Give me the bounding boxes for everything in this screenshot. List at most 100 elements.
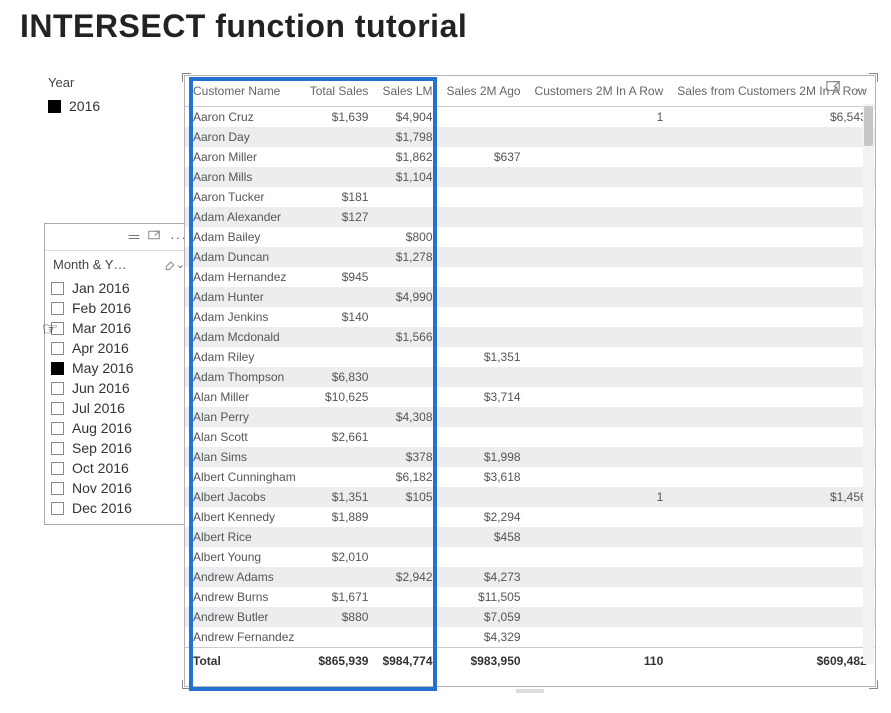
table-row[interactable]: Alan Perry$4,308 — [185, 407, 875, 427]
month-slicer-item[interactable]: Sep 2016 — [51, 438, 187, 458]
col-total-sales[interactable]: Total Sales — [302, 76, 375, 107]
month-slicer-item[interactable]: Aug 2016 — [51, 418, 187, 438]
cell-sales-2m — [439, 407, 527, 427]
checkbox-icon[interactable] — [51, 482, 64, 495]
cell-total-sales — [302, 127, 375, 147]
customer-table-visual[interactable]: ··· Customer Name Total Sales Sales LM S… — [184, 75, 876, 687]
cell-sales-2m: $11,505 — [439, 587, 527, 607]
table-row[interactable]: Adam Thompson$6,830 — [185, 367, 875, 387]
month-slicer-item[interactable]: Jul 2016 — [51, 398, 187, 418]
cell-sales-lm: $4,904 — [374, 107, 438, 128]
table-row[interactable]: Adam Mcdonald$1,566 — [185, 327, 875, 347]
table-row[interactable]: Adam Hernandez$945 — [185, 267, 875, 287]
checkbox-icon[interactable] — [51, 282, 64, 295]
focus-mode-icon[interactable] — [148, 228, 160, 246]
cell-c2m — [527, 207, 670, 227]
cell-sf2m — [669, 387, 872, 407]
table-row[interactable]: Adam Jenkins$140 — [185, 307, 875, 327]
cell-sf2m — [669, 567, 872, 587]
year-slicer-item[interactable]: 2016 — [48, 96, 168, 116]
checkbox-icon[interactable] — [51, 382, 64, 395]
table-row[interactable]: Andrew Butler$880$7,059 — [185, 607, 875, 627]
table-row[interactable]: Adam Duncan$1,278 — [185, 247, 875, 267]
cell-sf2m — [669, 627, 872, 648]
checkbox-icon[interactable] — [51, 442, 64, 455]
checkbox-icon[interactable] — [48, 100, 61, 113]
cell-sales-2m — [439, 327, 527, 347]
table-row[interactable]: Aaron Miller$1,862$637 — [185, 147, 875, 167]
vertical-scrollbar[interactable] — [863, 104, 874, 664]
month-slicer-item-label: Oct 2016 — [72, 460, 129, 476]
checkbox-icon[interactable] — [51, 342, 64, 355]
eraser-icon[interactable] — [164, 259, 176, 271]
col-customers-2m-row[interactable]: Customers 2M In A Row — [527, 76, 670, 107]
cell-customer-name: Alan Perry — [185, 407, 302, 427]
cell-sf2m — [669, 427, 872, 447]
cell-sales-lm: $378 — [374, 447, 438, 467]
table-row[interactable]: Aaron Day$1,798 — [185, 127, 875, 147]
month-slicer-item[interactable]: May 2016 — [51, 358, 187, 378]
table-row[interactable]: Alan Sims$378$1,998 — [185, 447, 875, 467]
month-slicer-item[interactable]: Feb 2016 — [51, 298, 187, 318]
total-sf2m: $609,482 — [669, 648, 872, 675]
checkbox-icon[interactable] — [51, 302, 64, 315]
month-slicer-item[interactable]: Oct 2016 — [51, 458, 187, 478]
month-slicer-item[interactable]: Mar 2016 — [51, 318, 187, 338]
checkbox-icon[interactable] — [51, 362, 64, 375]
checkbox-icon[interactable] — [51, 322, 64, 335]
table-row[interactable]: Albert Young$2,010 — [185, 547, 875, 567]
table-row[interactable]: Andrew Fernandez$4,329 — [185, 627, 875, 648]
cell-sales-2m: $458 — [439, 527, 527, 547]
cell-sales-2m — [439, 167, 527, 187]
cell-customer-name: Adam Alexander — [185, 207, 302, 227]
total-sales-2m: $983,950 — [439, 648, 527, 675]
table-row[interactable]: Albert Rice$458 — [185, 527, 875, 547]
table-row[interactable]: Andrew Burns$1,671$11,505 — [185, 587, 875, 607]
table-row[interactable]: Alan Miller$10,625$3,714 — [185, 387, 875, 407]
table-row[interactable]: Albert Kennedy$1,889$2,294 — [185, 507, 875, 527]
table-row[interactable]: Andrew Adams$2,942$4,273 — [185, 567, 875, 587]
table-row[interactable]: Alan Scott$2,661 — [185, 427, 875, 447]
more-options-icon[interactable]: ··· — [850, 81, 867, 97]
cell-sf2m — [669, 127, 872, 147]
cell-sales-lm: $2,942 — [374, 567, 438, 587]
cell-customer-name: Aaron Miller — [185, 147, 302, 167]
table-row[interactable]: Adam Hunter$4,990 — [185, 287, 875, 307]
table-row[interactable]: Aaron Mills$1,104 — [185, 167, 875, 187]
cell-customer-name: Adam Bailey — [185, 227, 302, 247]
cell-sales-lm: $1,104 — [374, 167, 438, 187]
checkbox-icon[interactable] — [51, 402, 64, 415]
drag-handle-icon[interactable]: == — [128, 230, 138, 244]
col-sales-2m-ago[interactable]: Sales 2M Ago — [439, 76, 527, 107]
cell-total-sales — [302, 327, 375, 347]
cell-total-sales: $6,830 — [302, 367, 375, 387]
month-slicer-item[interactable]: Dec 2016 — [51, 498, 187, 518]
cell-sales-lm — [374, 307, 438, 327]
checkbox-icon[interactable] — [51, 462, 64, 475]
col-customer-name[interactable]: Customer Name — [185, 76, 302, 107]
table-row[interactable]: Adam Alexander$127 — [185, 207, 875, 227]
focus-mode-icon[interactable] — [826, 79, 840, 98]
table-row[interactable]: Aaron Cruz$1,639$4,9041$6,543 — [185, 107, 875, 128]
cell-sales-lm: $4,990 — [374, 287, 438, 307]
month-slicer-item[interactable]: Jan 2016 — [51, 278, 187, 298]
month-slicer-item[interactable]: Apr 2016 — [51, 338, 187, 358]
month-slicer-item[interactable]: Jun 2016 — [51, 378, 187, 398]
drag-handle-bottom-icon[interactable] — [516, 680, 544, 684]
table-row[interactable]: Albert Cunningham$6,182$3,618 — [185, 467, 875, 487]
month-slicer-item[interactable]: Nov 2016 — [51, 478, 187, 498]
table-row[interactable]: Adam Riley$1,351 — [185, 347, 875, 367]
scrollbar-thumb[interactable] — [864, 106, 873, 146]
cell-total-sales: $181 — [302, 187, 375, 207]
table-row[interactable]: Albert Jacobs$1,351$1051$1,456 — [185, 487, 875, 507]
table-row[interactable]: Aaron Tucker$181 — [185, 187, 875, 207]
cell-total-sales: $945 — [302, 267, 375, 287]
col-sales-lm[interactable]: Sales LM — [374, 76, 438, 107]
cell-sales-2m: $4,329 — [439, 627, 527, 648]
cell-sf2m — [669, 527, 872, 547]
table-row[interactable]: Adam Bailey$800 — [185, 227, 875, 247]
checkbox-icon[interactable] — [51, 502, 64, 515]
cell-total-sales — [302, 567, 375, 587]
year-slicer-title: Year — [48, 75, 168, 90]
checkbox-icon[interactable] — [51, 422, 64, 435]
